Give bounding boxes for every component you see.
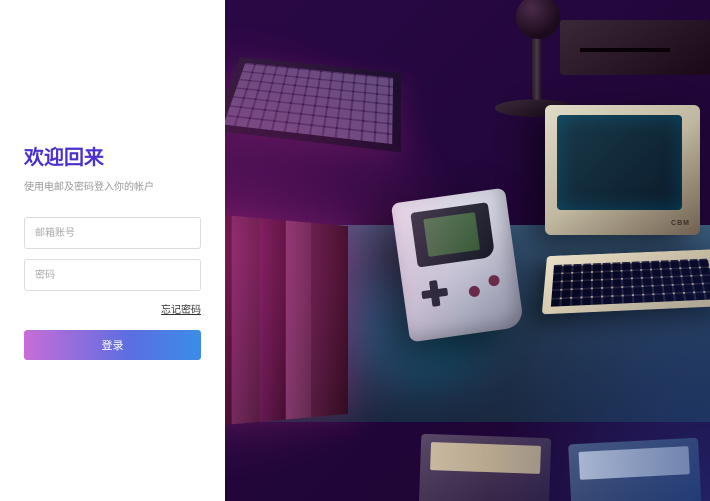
login-panel: 欢迎回来 使用电邮及密码登入你的帐户 忘记密码 登录 <box>0 0 225 501</box>
hero-image: CBM <box>225 0 710 501</box>
monitor-brand-label: CBM <box>671 220 690 227</box>
forgot-password-link[interactable]: 忘记密码 <box>24 301 201 316</box>
email-field[interactable] <box>24 217 201 249</box>
password-field[interactable] <box>24 259 201 291</box>
login-button[interactable]: 登录 <box>24 330 201 360</box>
page-subtitle: 使用电邮及密码登入你的帐户 <box>24 178 201 193</box>
page-title: 欢迎回来 <box>24 141 201 170</box>
